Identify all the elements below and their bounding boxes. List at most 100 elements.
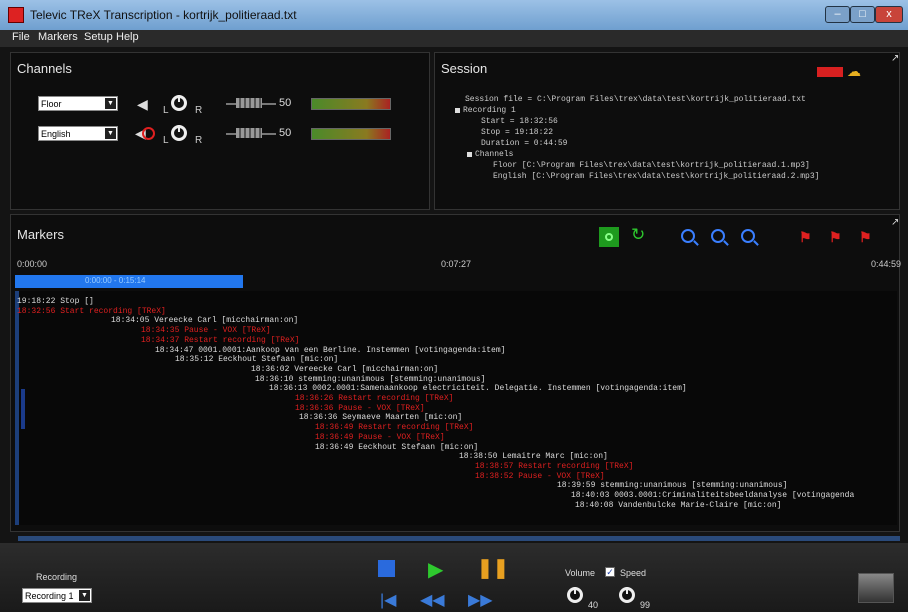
marker-entry[interactable]: 18:40:08 Vandenbulcke Marie-Claire [mic:… — [575, 501, 781, 510]
panel-expand-icon[interactable]: ↗ — [891, 53, 899, 64]
balance-knob[interactable] — [171, 95, 187, 111]
channels-panel: Channels Floor ▼ ◀ L R 50 English ▼ ◀ L R … — [10, 52, 430, 210]
record-to-icon[interactable] — [817, 67, 843, 77]
skip-to-start-icon[interactable]: |◀ — [380, 590, 396, 610]
refresh-icon[interactable]: ↻ — [631, 225, 645, 245]
marker-entry[interactable]: 18:36:02 Vereecke Carl [micchairman:on] — [251, 365, 438, 374]
zoom-in-icon[interactable] — [681, 229, 695, 243]
play-button[interactable]: ▶ — [428, 557, 443, 582]
menu-file[interactable]: File — [12, 31, 30, 43]
menu-setup[interactable]: Setup — [84, 31, 113, 43]
close-button[interactable]: x — [875, 6, 903, 23]
marker-entry[interactable]: 18:34:35 Pause - VOX [TReX] — [141, 326, 271, 335]
timeline-selection[interactable]: 0:00:00 - 0:15:14 — [15, 275, 243, 288]
menu-help[interactable]: Help — [116, 31, 139, 43]
marker-entry[interactable]: 18:34:05 Vereecke Carl [micchairman:on] — [111, 316, 298, 325]
channel-source-select-english[interactable]: English ▼ — [38, 126, 118, 141]
rewind-icon[interactable]: ◀◀ — [420, 590, 445, 610]
volume-value: 50 — [279, 97, 292, 109]
session-duration: Duration = 0:44:59 — [481, 139, 568, 148]
edit-marker-icon[interactable]: ⚑ — [829, 229, 842, 246]
add-marker-icon[interactable]: ⚑ — [799, 229, 812, 246]
marker-list: 19:18:22 Stop [] 18:32:56 Start recording… — [15, 291, 897, 525]
timeline-mid: 0:07:27 — [441, 259, 472, 269]
level-meter — [311, 128, 391, 140]
marker-entry[interactable]: 18:39:59 stemming:unanimous [stemming:un… — [557, 481, 787, 490]
marker-entry[interactable]: 18:38:52 Pause - VOX [TReX] — [475, 472, 605, 481]
maximize-button[interactable]: □ — [850, 6, 875, 23]
marker-entry[interactable]: 18:36:26 Restart recording [TReX] — [295, 394, 453, 403]
volume-knob[interactable] — [567, 587, 583, 603]
marker-entry[interactable]: 18:34:37 Restart recording [TReX] — [141, 336, 299, 345]
marker-entry[interactable]: 18:36:49 Pause - VOX [TReX] — [315, 433, 445, 442]
menu-bar: File Markers Setup Help — [0, 30, 908, 47]
marker-entry[interactable]: 18:32:56 Start recording [TReX] — [17, 307, 166, 316]
level-meter — [311, 98, 391, 110]
session-title: Session — [441, 61, 488, 76]
speed-knob-value: 99 — [640, 600, 651, 610]
channels-title: Channels — [17, 61, 72, 76]
minimize-button[interactable]: – — [825, 6, 850, 23]
speed-checkbox[interactable]: ✓ — [605, 567, 615, 577]
volume-value: 50 — [279, 127, 292, 139]
marker-entry[interactable]: 18:36:13 0002.0001:Samenaankoop electric… — [269, 384, 687, 393]
timeline-cursor[interactable] — [15, 291, 19, 525]
session-english-line: English [C:\Program Files\trex\data\test… — [493, 172, 820, 181]
recording-select[interactable]: Recording 1 ▼ — [22, 588, 92, 603]
tree-node-icon — [467, 152, 472, 157]
marker-entry[interactable]: 18:36:49 Eeckhout Stefaan [mic:on] — [315, 443, 478, 452]
timeline-range-label: 0:00:00 - 0:15:14 — [85, 276, 146, 285]
speed-knob[interactable] — [619, 587, 635, 603]
volume-fader-handle[interactable] — [236, 98, 262, 108]
zoom-fit-icon[interactable] — [741, 229, 755, 243]
right-label: R — [195, 135, 203, 146]
title-bar: Televic TReX Transcription - kortrijk_po… — [0, 0, 908, 30]
volume-label: Volume — [565, 568, 596, 578]
session-channels-label[interactable]: Channels — [475, 150, 513, 159]
sync-active-button[interactable] — [599, 227, 619, 247]
delete-marker-icon[interactable]: ⚑ — [859, 229, 872, 246]
session-file-line: Session file = C:\Program Files\trex\dat… — [465, 95, 806, 104]
recording-label: Recording — [36, 572, 78, 582]
keyboard-device-icon[interactable] — [858, 573, 894, 603]
left-label: L — [163, 135, 169, 146]
timeline-end: 0:44:59 — [871, 259, 902, 269]
channel-source-select-floor[interactable]: Floor ▼ — [38, 96, 118, 111]
app-icon — [8, 7, 24, 23]
mute-indicator-icon — [142, 127, 155, 140]
marker-entry[interactable]: 18:36:49 Restart recording [TReX] — [315, 423, 473, 432]
panel-expand-icon[interactable]: ↗ — [891, 217, 899, 228]
marker-entry[interactable]: 18:38:57 Restart recording [TReX] — [475, 462, 633, 471]
session-recording[interactable]: Recording 1 — [463, 106, 516, 115]
left-label: L — [163, 105, 169, 116]
marker-entry[interactable]: 18:40:03 0003.0001:Criminaliteitsbeeldan… — [571, 491, 854, 500]
speed-label: Speed — [620, 568, 647, 578]
marker-entry[interactable]: 18:35:12 Eeckhout Stefaan [mic:on] — [175, 355, 338, 364]
volume-fader-handle[interactable] — [236, 128, 262, 138]
right-label: R — [195, 105, 203, 116]
horizontal-scrollbar[interactable] — [18, 536, 900, 541]
window-title: Televic TReX Transcription - kortrijk_po… — [30, 8, 297, 22]
fast-forward-icon[interactable]: ▶▶ — [468, 590, 493, 610]
volume-knob-value: 40 — [588, 600, 599, 610]
session-floor-line: Floor [C:\Program Files\trex\data\test\k… — [493, 161, 810, 170]
marker-entry[interactable]: 18:36:36 Seymaeve Maarten [mic:on] — [299, 413, 462, 422]
scroll-marker — [21, 389, 25, 429]
speaker-icon[interactable]: ◀ — [137, 96, 148, 113]
marker-entry[interactable]: 18:36:36 Pause - VOX [TReX] — [295, 404, 425, 413]
export-cloud-icon[interactable]: ☁ — [847, 63, 861, 80]
stop-button[interactable] — [378, 560, 395, 577]
transport-bar: Recording Recording 1 ▼ ▶ ❚❚ |◀ ◀◀ ▶▶ Vol… — [0, 543, 908, 612]
markers-title: Markers — [17, 227, 64, 242]
marker-entry[interactable]: 19:18:22 Stop [] — [17, 297, 94, 306]
marker-entry[interactable]: 18:36:10 stemming:unanimous [stemming:un… — [255, 375, 485, 384]
menu-markers[interactable]: Markers — [38, 31, 78, 43]
pause-button[interactable]: ❚❚ — [477, 557, 509, 580]
session-stop: Stop = 19:18:22 — [481, 128, 554, 137]
balance-knob[interactable] — [171, 125, 187, 141]
marker-entry[interactable]: 18:38:50 Lemaitre Marc [mic:on] — [459, 452, 608, 461]
session-start: Start = 18:32:56 — [481, 117, 558, 126]
zoom-out-icon[interactable] — [711, 229, 725, 243]
marker-entry[interactable]: 18:34:47 0001.0001:Aankoop van een Berli… — [155, 346, 505, 355]
markers-panel: Markers ↗ ↻ ⚑ ⚑ ⚑ 0:00:00 0:07:27 0:44:5… — [10, 214, 902, 532]
